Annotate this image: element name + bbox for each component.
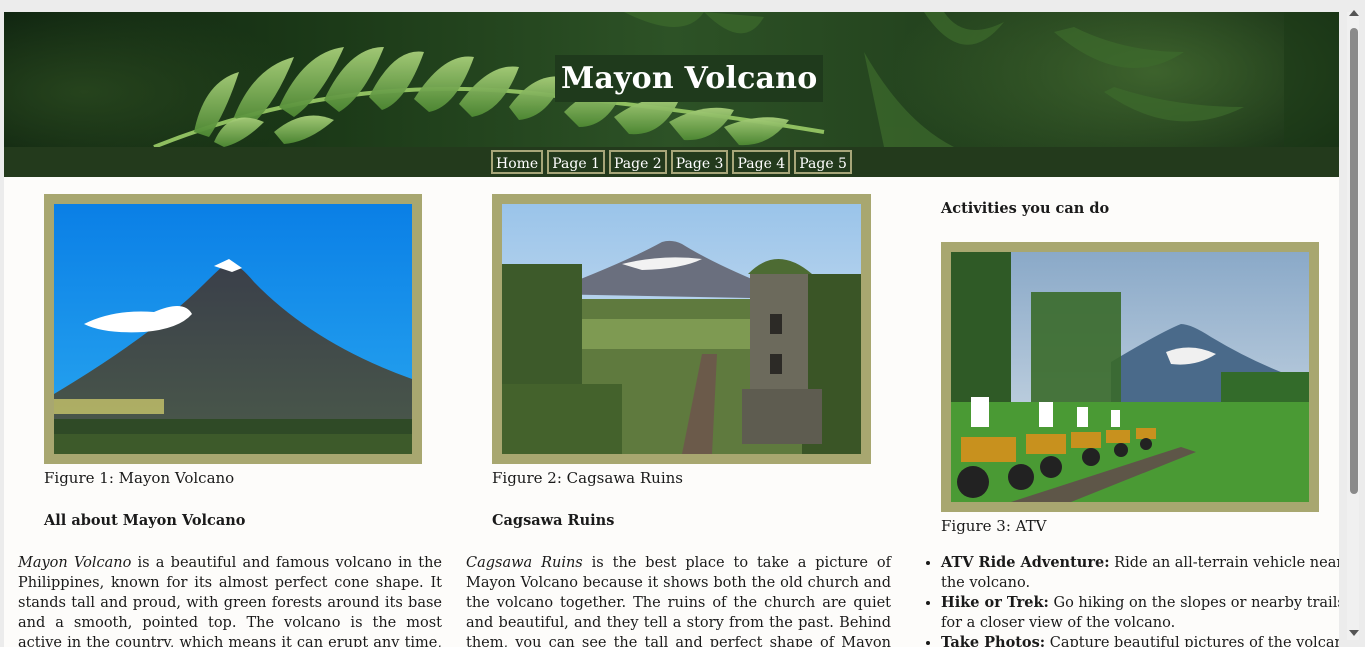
- scroll-down-arrow-icon[interactable]: [1349, 630, 1359, 636]
- nav-link-home[interactable]: Home: [491, 149, 544, 174]
- nav-link-page-3[interactable]: Page 3: [670, 149, 729, 174]
- activities-list: ATV Ride Adventure: Ride an all-terrain …: [919, 553, 1339, 647]
- site-title-box: Mayon Volcano: [555, 55, 824, 102]
- figure-3-caption: Figure 3: ATV: [941, 517, 1047, 535]
- section-heading-activities: Activities you can do: [941, 200, 1110, 217]
- site-title: Mayon Volcano: [561, 61, 818, 96]
- atv-image: [951, 252, 1309, 502]
- cagsawa-paragraph-emphasis: Cagsawa Ruins: [466, 555, 583, 571]
- nav-bar: Home Page 1 Page 2 Page 3 Page 4 Page 5: [4, 147, 1339, 177]
- figure-1-caption: Figure 1: Mayon Volcano: [44, 469, 235, 487]
- nav-link-page-1[interactable]: Page 1: [547, 149, 605, 174]
- list-item: Take Photos: Capture beautiful pictures …: [941, 633, 1339, 647]
- mayon-volcano-image: [54, 204, 412, 454]
- nav-link-page-4[interactable]: Page 4: [732, 149, 791, 174]
- header-banner: Mayon Volcano: [4, 12, 1339, 147]
- cagsawa-ruins-image: [502, 204, 861, 454]
- nav-link-page-2[interactable]: Page 2: [608, 149, 667, 174]
- activity-title: Hike or Trek:: [941, 594, 1049, 611]
- activity-text: Capture beautiful pictures of the volcan…: [1045, 635, 1339, 647]
- section-heading-cagsawa: Cagsawa Ruins: [492, 512, 615, 529]
- figure-1-frame: [44, 194, 422, 464]
- activity-title: Take Photos:: [941, 634, 1046, 647]
- cagsawa-paragraph: Cagsawa Ruins is the best place to take …: [466, 553, 891, 647]
- list-item: Hike or Trek: Go hiking on the slopes or…: [941, 593, 1339, 633]
- figure-2-frame: [492, 194, 871, 464]
- scroll-up-arrow-icon[interactable]: [1349, 10, 1359, 16]
- page: Mayon Volcano Home Page 1 Page 2 Page 3 …: [4, 12, 1339, 647]
- figure-3-frame: [941, 242, 1319, 512]
- list-item: ATV Ride Adventure: Ride an all-terrain …: [941, 553, 1339, 593]
- scrollbar-thumb[interactable]: [1350, 28, 1358, 494]
- mayon-paragraph-emphasis: Mayon Volcano: [18, 555, 132, 571]
- figure-2-caption: Figure 2: Cagsawa Ruins: [492, 469, 683, 487]
- activity-title: ATV Ride Adventure:: [941, 554, 1110, 571]
- mayon-paragraph: Mayon Volcano is a beautiful and famous …: [18, 553, 442, 647]
- nav-link-page-5[interactable]: Page 5: [794, 149, 852, 174]
- section-heading-mayon: All about Mayon Volcano: [44, 512, 246, 529]
